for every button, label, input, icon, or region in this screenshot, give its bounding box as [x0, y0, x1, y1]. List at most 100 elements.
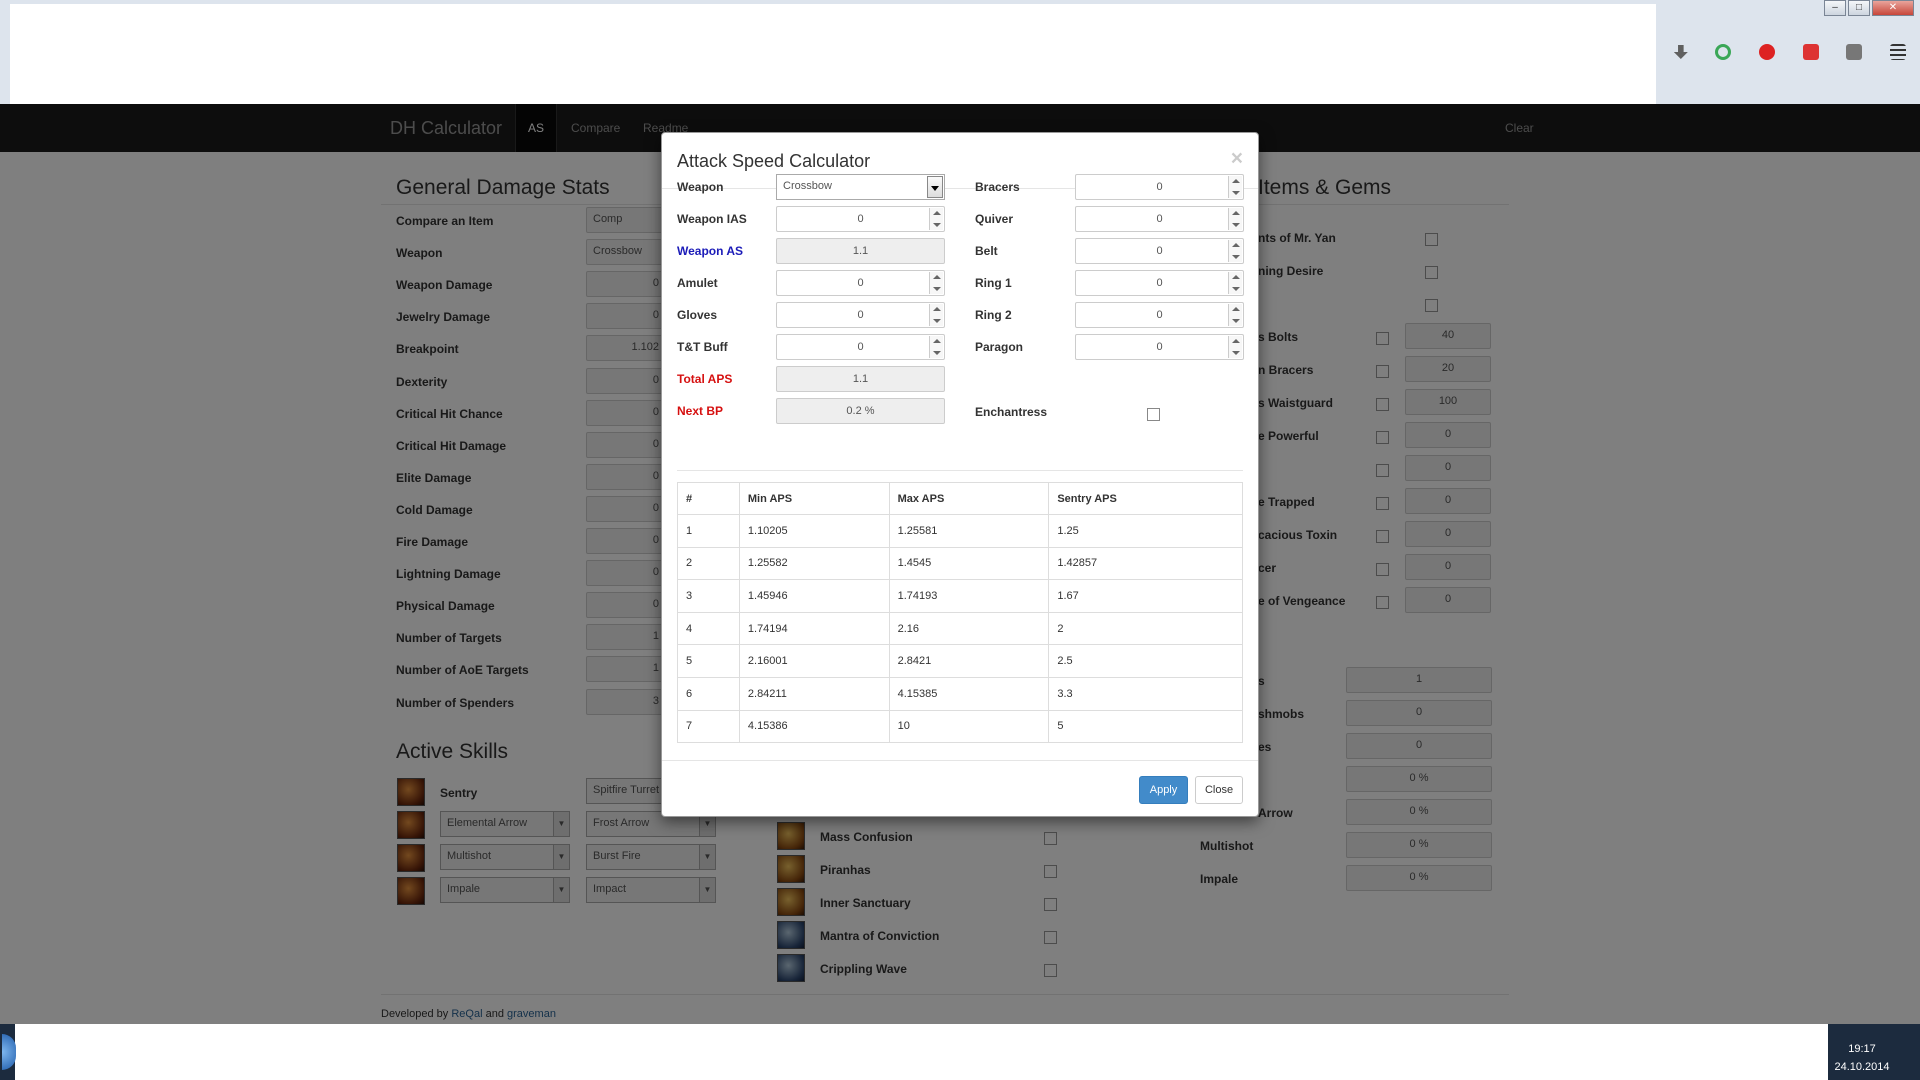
table-cell: 5: [1048, 709, 1243, 744]
modal-field-input[interactable]: 0: [776, 334, 945, 360]
close-button[interactable]: Close: [1195, 776, 1243, 804]
modal-field-input[interactable]: 0: [1075, 174, 1244, 200]
extension-green-icon[interactable]: [1715, 44, 1732, 60]
modal-field-input[interactable]: 0: [776, 302, 945, 328]
enchantress-label: Enchantress: [975, 405, 1048, 419]
browser-toolbar: [1660, 40, 1920, 64]
window-close-icon[interactable]: ✕: [1872, 0, 1914, 16]
weapon-select[interactable]: Crossbow: [776, 174, 945, 200]
attack-speed-modal: Attack Speed Calculator × Weapon Crossbow…: [661, 132, 1259, 817]
enchantress-checkbox[interactable]: [1147, 408, 1160, 421]
modal-field-value: 0: [857, 341, 864, 353]
modal-field-input: 0.2 %: [776, 398, 945, 424]
table-cell: 2.16: [888, 611, 1050, 646]
spinner-icon[interactable]: [929, 272, 943, 294]
minimize-icon[interactable]: –: [1824, 0, 1846, 16]
table-cell: 1.25: [1048, 514, 1243, 548]
table-cell: 1.42857: [1048, 546, 1243, 581]
aps-table-header: # Min APS Max APS Sentry APS: [677, 482, 1243, 515]
aps-table-body: 1 1.10205 1.25581 1.25 2 1.25582 1.4545 1.42857…: [677, 514, 1243, 744]
table-row: 1 1.10205 1.25581 1.25: [677, 514, 1243, 548]
modal-footer: Apply Close: [662, 760, 1258, 818]
table-row: 4 1.74194 2.16 2: [677, 611, 1243, 646]
modal-title: Attack Speed Calculator: [677, 151, 871, 171]
table-cell: 10: [888, 709, 1050, 744]
modal-field-label: Next BP: [677, 404, 724, 418]
modal-field-input[interactable]: 0: [1075, 238, 1244, 264]
modal-field-value: 0.2 %: [846, 405, 875, 417]
modal-field-label: Weapon IAS: [677, 212, 747, 226]
spinner-icon[interactable]: [1228, 272, 1242, 294]
modal-field-value: 0: [857, 309, 864, 321]
table-cell: 2.8421: [888, 644, 1050, 678]
modal-field-label: T&T Buff: [677, 340, 728, 354]
extension-bird-icon[interactable]: [1846, 44, 1863, 60]
table-cell: 4.15385: [888, 676, 1050, 711]
table-cell: 6: [677, 676, 740, 711]
clock-time: 19:17: [1848, 1043, 1876, 1055]
table-cell: 2: [1048, 611, 1243, 646]
table-row: 5 2.16001 2.8421 2.5: [677, 644, 1243, 678]
modal-field-input[interactable]: 0: [1075, 206, 1244, 232]
adblock-icon[interactable]: [1759, 44, 1776, 60]
table-row: 7 4.15386 10 5: [677, 709, 1243, 744]
table-cell: 3.3: [1048, 676, 1243, 711]
modal-field-label: Ring 1: [975, 276, 1012, 290]
modal-field-input: 1.1: [776, 238, 945, 264]
modal-field-label: Weapon AS: [677, 244, 744, 258]
download-icon[interactable]: [1673, 45, 1688, 59]
modal-field-input[interactable]: 0: [776, 270, 945, 296]
clock-date: 24.10.2014: [1834, 1061, 1890, 1073]
table-cell: 2: [677, 546, 740, 581]
modal-field-input: 1.1: [776, 366, 945, 392]
modal-field-label: Belt: [975, 244, 998, 258]
modal-field-input[interactable]: 0: [1075, 302, 1244, 328]
spinner-icon[interactable]: [1228, 208, 1242, 230]
modal-field-value: 0: [1156, 309, 1163, 321]
table-cell: 1.74194: [738, 611, 890, 646]
modal-field-value: 0: [1156, 341, 1163, 353]
table-cell: 3: [677, 579, 740, 613]
spinner-icon[interactable]: [1228, 176, 1242, 198]
spinner-icon[interactable]: [1228, 240, 1242, 262]
modal-field-label: Ring 2: [975, 308, 1012, 322]
modal-field-input[interactable]: 0: [776, 206, 945, 232]
modal-field-value: 0: [1156, 245, 1163, 257]
modal-field-input[interactable]: 0: [1075, 270, 1244, 296]
spinner-icon[interactable]: [929, 304, 943, 326]
table-cell: 1.25581: [888, 514, 1050, 548]
modal-field-value: 0: [1156, 277, 1163, 289]
modal-field-label: Amulet: [677, 276, 718, 290]
table-cell: 4.15386: [738, 709, 890, 744]
taskbar-clock[interactable]: 19:17 24.10.2014: [1832, 1040, 1892, 1076]
pocket-icon[interactable]: [1802, 44, 1819, 60]
apply-button[interactable]: Apply: [1139, 776, 1188, 804]
table-row: 2 1.25582 1.4545 1.42857: [677, 546, 1243, 581]
window-controls: – □ ✕: [1824, 0, 1914, 16]
modal-field-value: 0: [1156, 213, 1163, 225]
modal-field-value: 0: [1156, 181, 1163, 193]
table-cell: 1.25582: [738, 546, 890, 581]
spinner-icon[interactable]: [1228, 304, 1242, 326]
table-cell: 1.45946: [738, 579, 890, 613]
table-row: 6 2.84211 4.15385 3.3: [677, 676, 1243, 711]
maximize-icon[interactable]: □: [1848, 0, 1870, 16]
spinner-icon[interactable]: [929, 336, 943, 358]
modal-field-label: Bracers: [975, 180, 1020, 194]
spinner-icon[interactable]: [1228, 336, 1242, 358]
modal-field-label: Total APS: [677, 372, 733, 386]
modal-field-value: 0: [857, 277, 864, 289]
table-cell: 2.84211: [738, 676, 890, 711]
aps-table: # Min APS Max APS Sentry APS 1 1.10205 1.2558…: [677, 482, 1243, 744]
table-cell: 4: [677, 611, 740, 646]
close-icon[interactable]: ×: [1231, 147, 1243, 171]
table-cell: 7: [677, 709, 740, 744]
weapon-select-value: Crossbow: [783, 180, 832, 192]
modal-field-input[interactable]: 0: [1075, 334, 1244, 360]
aps-column-header: Sentry APS: [1048, 482, 1243, 515]
modal-field-label: Quiver: [975, 212, 1014, 226]
chevron-down-icon[interactable]: [927, 176, 943, 198]
menu-icon[interactable]: [1890, 44, 1907, 60]
modal-field-value: 1.1: [852, 245, 869, 257]
spinner-icon[interactable]: [929, 208, 943, 230]
